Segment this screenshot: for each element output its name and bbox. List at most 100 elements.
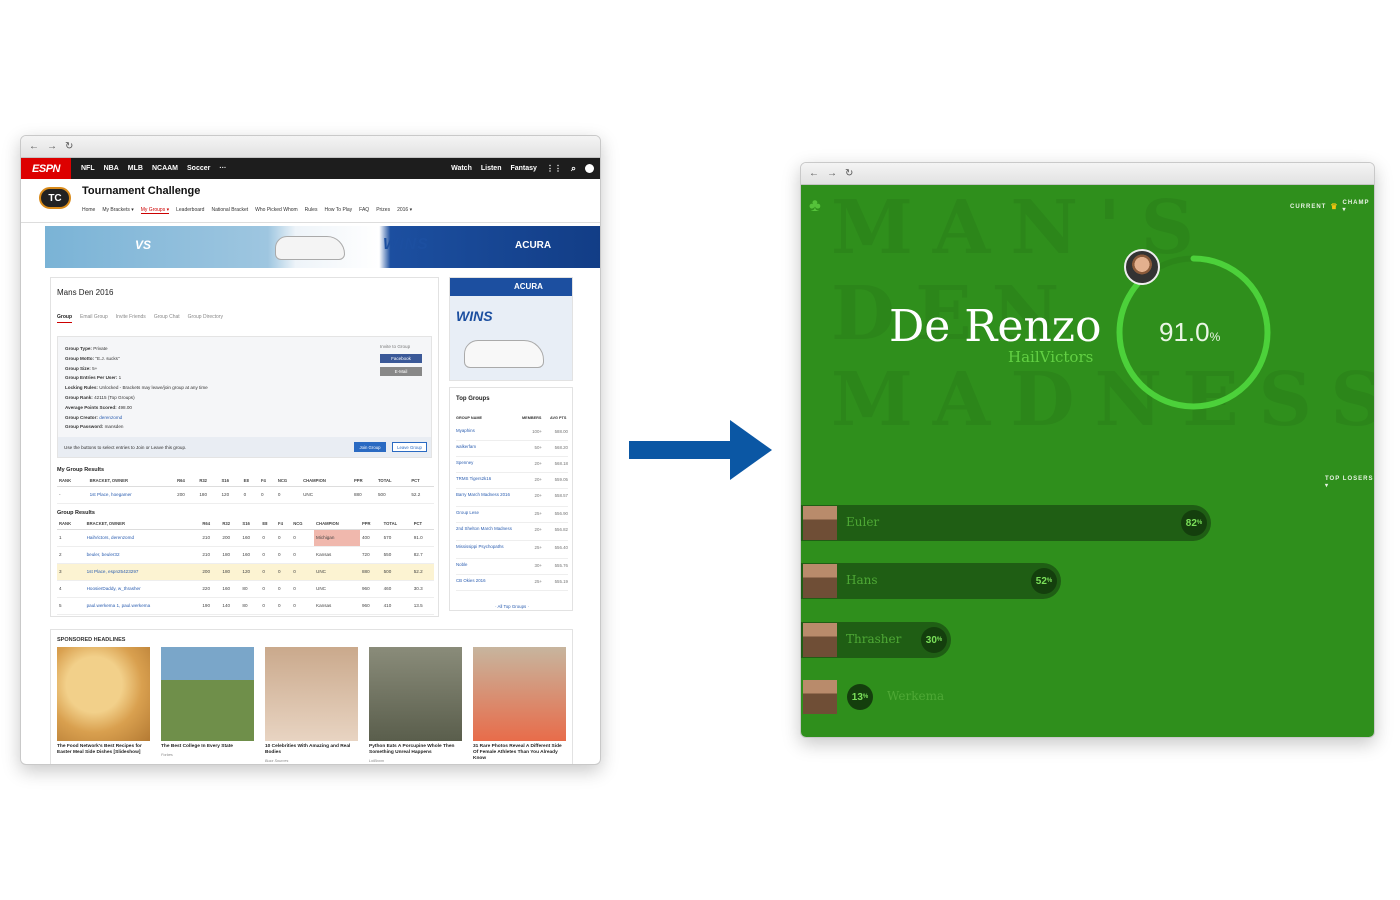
apps-grid-icon[interactable]: ⋮⋮	[546, 164, 562, 173]
forward-icon[interactable]: →	[47, 141, 57, 152]
tc-logo[interactable]: TC	[39, 187, 71, 209]
espn-logo[interactable]: ESPN	[21, 158, 71, 179]
group-card: Mans Den 2016 Group Email Group Invite F…	[50, 277, 439, 617]
top-group-row[interactable]: Spenney 20+ 568.18	[456, 457, 568, 473]
loser-name: Werkema	[887, 689, 945, 703]
nav-link-fantasy[interactable]: Fantasy	[510, 165, 536, 172]
madness-browser-window: ← → ↻ MAN'S DEN MADNESS ♣ CURRENT ♛ CHAM…	[800, 162, 1375, 738]
subnav-year[interactable]: 2016 ▾	[397, 207, 412, 214]
back-icon[interactable]: ←	[29, 141, 39, 152]
top-group-row[interactable]: Barry March Madness 2016 20+ 558.57	[456, 489, 568, 507]
top-group-row[interactable]: Group Lese 25+ 556.90	[456, 507, 568, 523]
table-row: 4 HoosierDaddy, w_thrasher 220 160 80 0 00 …	[57, 580, 434, 598]
tab-group[interactable]: Group	[57, 314, 72, 323]
subnav-my-groups[interactable]: My Groups ▾	[140, 207, 170, 214]
nav-link-soccer[interactable]: Soccer	[187, 165, 210, 172]
reload-icon[interactable]: ↻	[845, 168, 853, 179]
top-group-row[interactable]: TRMS Tigers2k16 20+ 559.05	[456, 473, 568, 489]
loser-name: Euler	[846, 515, 880, 529]
champ-dropdown[interactable]: CHAMP ▾	[1343, 200, 1374, 213]
info-row: Group Rank: 42115 (Top Groups)	[65, 394, 135, 400]
acura-logo: ACURA	[515, 240, 552, 251]
nav-link-nba[interactable]: NBA	[104, 165, 119, 172]
nav-link-nfl[interactable]: NFL	[81, 165, 95, 172]
info-row: Group Type: Private	[65, 346, 108, 351]
info-row: Average Points Scored: 498.00	[65, 404, 132, 410]
car-image	[464, 340, 544, 368]
group-info-list: Group Type: Private Group Motto: "E.J. s…	[65, 344, 208, 432]
subnav-national-bracket[interactable]: National Bracket	[211, 207, 248, 214]
sponsored-image[interactable]	[161, 647, 254, 741]
join-group-button[interactable]: Join Group	[354, 442, 386, 452]
sponsored-image[interactable]	[57, 647, 150, 741]
subnav-prizes[interactable]: Prizes	[376, 207, 390, 214]
sponsored-caption[interactable]: Python Eats A Porcupine Whole Then Somet…	[369, 744, 462, 756]
top-losers-dropdown[interactable]: TOP LOSERS ▾	[1325, 476, 1374, 489]
top-group-row[interactable]: Mississippi Psychopaths 25+ 556.40	[456, 541, 568, 559]
sponsored-image[interactable]	[473, 647, 566, 741]
view-selector[interactable]: CURRENT ♛ CHAMP ▾	[1290, 200, 1374, 213]
acura-banner-ad[interactable]: VS WINS ACURA	[45, 226, 600, 268]
sponsored-caption[interactable]: 10 Celebrities With Amazing and Real Bod…	[265, 744, 358, 756]
subnav-home[interactable]: Home	[82, 207, 95, 214]
all-top-groups-link[interactable]: · All Top Groups ·	[450, 604, 574, 609]
loser-avatar	[803, 564, 837, 598]
loser-bar[interactable]: Euler 82%	[801, 505, 1211, 541]
subnav-leaderboard[interactable]: Leaderboard	[176, 207, 204, 214]
subnav-rules[interactable]: Rules	[305, 207, 318, 214]
tab-group-directory[interactable]: Group Directory	[188, 314, 223, 323]
browser-toolbar: ← → ↻	[801, 163, 1374, 185]
leave-group-button[interactable]: Leave Group	[392, 442, 427, 452]
loser-avatar	[803, 680, 837, 714]
sponsored-caption[interactable]: The Food Network's Best Recipes for East…	[57, 744, 150, 756]
nav-link-watch[interactable]: Watch	[451, 165, 472, 172]
back-icon[interactable]: ←	[809, 168, 819, 179]
sponsored-image[interactable]	[369, 647, 462, 741]
leader-percentage: 91.0%	[1159, 317, 1221, 347]
nav-more-icon[interactable]: ···	[219, 165, 226, 172]
nav-link-mlb[interactable]: MLB	[128, 165, 143, 172]
loser-bar[interactable]: Thrasher 30%	[801, 622, 951, 658]
top-group-row[interactable]: 2nd Shelton March Madness 20+ 556.82	[456, 523, 568, 541]
sponsored-headlines: SPONSORED HEADLINES The Food Network's B…	[50, 629, 573, 764]
search-icon[interactable]: ⌕	[571, 163, 576, 174]
nav-link-ncaam[interactable]: NCAAM	[152, 165, 178, 172]
leader-username: HailVictors	[1008, 348, 1094, 366]
leader-avatar[interactable]	[1124, 249, 1160, 285]
top-group-row[interactable]: walkerfam 50+ 568.20	[456, 441, 568, 457]
sponsored-caption[interactable]: The Best College In Every State	[161, 744, 254, 750]
nav-link-listen[interactable]: Listen	[481, 165, 502, 172]
info-row: Group Entries Per User: 1	[65, 375, 122, 381]
reload-icon[interactable]: ↻	[65, 141, 73, 152]
arrow-shaft	[629, 441, 734, 459]
top-group-row[interactable]: CB Okies 2016 25+ 555.19	[456, 575, 568, 591]
banner-wins-text: WINS	[383, 236, 429, 253]
tc-subnav: Home My Brackets ▾ My Groups ▾ Leaderboa…	[82, 207, 412, 214]
info-row: Group Size: 5+	[65, 365, 98, 371]
top-group-row[interactable]: Myaphins 100+ 588.00	[456, 425, 568, 441]
acura-side-ad[interactable]: ACURA WINS	[449, 277, 573, 381]
group-title: Mans Den 2016	[57, 288, 114, 297]
loser-bar[interactable]: Werkema 13%	[801, 679, 944, 715]
sponsored-title: SPONSORED HEADLINES	[57, 637, 126, 643]
subnav-how-to-play[interactable]: How To Play	[324, 207, 352, 214]
facebook-invite-button[interactable]: Facebook	[380, 354, 422, 363]
tab-invite-friends[interactable]: Invite Friends	[116, 314, 146, 323]
subnav-faq[interactable]: FAQ	[359, 207, 369, 214]
sponsored-image[interactable]	[265, 647, 358, 741]
forward-icon[interactable]: →	[827, 168, 837, 179]
ad-wins-text: WINS	[456, 308, 493, 324]
top-groups-title: Top Groups	[456, 396, 490, 402]
loser-avatar	[803, 506, 837, 540]
clover-icon: ♣	[809, 195, 821, 215]
sponsored-caption[interactable]: 31 Rare Photos Reveal A Different Side O…	[473, 744, 566, 761]
tab-group-chat[interactable]: Group Chat	[154, 314, 180, 323]
email-invite-button[interactable]: E-Mail	[380, 367, 422, 376]
profile-icon[interactable]	[585, 164, 594, 173]
sponsored-source: LolBoom	[369, 759, 384, 763]
subnav-my-brackets[interactable]: My Brackets ▾	[102, 207, 133, 214]
loser-bar[interactable]: Hans 52%	[801, 563, 1061, 599]
tab-email-group[interactable]: Email Group	[80, 314, 108, 323]
subnav-who-picked-whom[interactable]: Who Picked Whom	[255, 207, 298, 214]
top-group-row[interactable]: Noble 30+ 555.76	[456, 559, 568, 575]
